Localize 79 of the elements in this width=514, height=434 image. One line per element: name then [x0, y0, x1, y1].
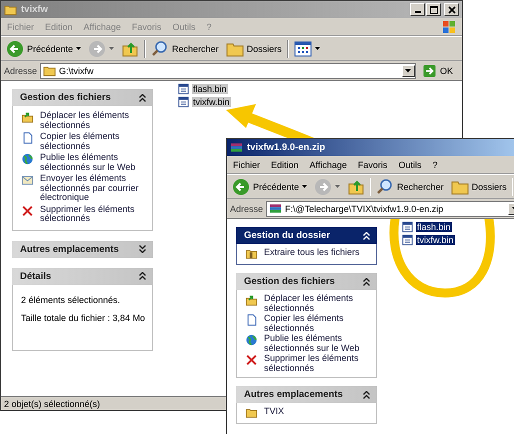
panel-header[interactable]: Gestion du dossier	[236, 227, 377, 244]
panel-header[interactable]: Gestion des fichiers	[12, 89, 153, 106]
back-button[interactable]: Précédente	[4, 38, 84, 58]
delete-icon	[245, 354, 258, 366]
document-icon	[21, 132, 34, 144]
panel-header[interactable]: Gestion des fichiers	[236, 273, 377, 290]
folders-button[interactable]: Dossiers	[448, 176, 509, 196]
file-icon	[177, 83, 190, 95]
file-icon	[401, 234, 414, 246]
move-icon	[245, 294, 258, 306]
document-icon	[245, 314, 258, 326]
address-label: Adresse	[4, 66, 38, 76]
window-title: tvixfw	[21, 4, 49, 15]
move-icon	[21, 111, 34, 123]
file-name[interactable]: flash.bin	[416, 222, 452, 232]
folder-icon	[43, 64, 56, 76]
panel-header[interactable]: Autres emplacements	[12, 240, 153, 258]
views-icon	[294, 40, 312, 58]
task-link[interactable]: Déplacer les éléments sélectionnés	[40, 111, 146, 130]
task-link[interactable]: Copier les éléments sélectionnés	[40, 132, 146, 151]
search-button[interactable]: Rechercher	[149, 38, 221, 58]
globe-icon	[245, 334, 258, 346]
back-button[interactable]: Précédente	[230, 176, 310, 196]
menu-item[interactable]: Outils	[398, 160, 422, 170]
caret-icon	[314, 46, 320, 50]
menu-item[interactable]: Favoris	[358, 160, 388, 170]
caret-icon	[76, 46, 82, 50]
address-field[interactable]: G:\tvixfw	[40, 62, 416, 78]
address-label: Adresse	[230, 204, 264, 214]
folder-icon	[4, 4, 17, 16]
file-name[interactable]: tvixfw.bin	[416, 235, 455, 245]
caret-icon	[109, 46, 114, 50]
minimize-icon	[414, 11, 420, 13]
file-icon	[401, 221, 414, 233]
search-icon	[151, 40, 170, 58]
views-button[interactable]	[292, 38, 322, 58]
panel-header[interactable]: Autres emplacements	[236, 386, 377, 403]
menu-item[interactable]: Affichage	[310, 160, 347, 170]
search-icon	[376, 178, 394, 196]
task-link[interactable]: TVIX	[264, 407, 284, 416]
file-name[interactable]: tvixfw.bin	[192, 97, 231, 107]
dropdown-button[interactable]	[402, 64, 415, 76]
file-name[interactable]: flash.bin	[192, 84, 228, 94]
minimize-button[interactable]	[410, 3, 425, 16]
task-link[interactable]: Déplacer les éléments sélectionnés	[264, 294, 370, 313]
archive-icon	[230, 142, 243, 154]
window-title: tvixfw1.9.0-en.zip	[247, 142, 326, 153]
details-text: Taille totale du fichier : 3,84 Mo	[21, 312, 146, 322]
envelope-icon	[21, 174, 34, 186]
task-link[interactable]: Publie les éléments sélectionnés sur le Web	[40, 153, 146, 172]
task-link[interactable]: Publie les éléments sélectionnés sur le Web	[264, 334, 370, 353]
task-link[interactable]: Supprimer les éléments sélectionnés	[40, 204, 146, 224]
task-link[interactable]: Envoyer les éléments sélectionnés par courrier électronique	[40, 174, 146, 202]
menu-item[interactable]: Fichier	[233, 160, 260, 170]
folder-icon	[245, 248, 258, 260]
search-button[interactable]: Rechercher	[374, 176, 446, 196]
task-link[interactable]: Supprimer les éléments sélectionnés	[264, 354, 370, 373]
close-icon	[448, 6, 456, 14]
folder-icon	[245, 407, 258, 419]
details-text: 2 éléments sélectionnés.	[21, 294, 122, 304]
go-button[interactable]: OK	[418, 64, 459, 76]
maximize-button[interactable]	[426, 3, 441, 16]
go-arrow-icon	[422, 64, 436, 76]
address-field[interactable]: F:\@Telecharge\TVIX\tvixfw1.9.0-en.zip	[266, 200, 514, 216]
menu-item[interactable]: ?	[432, 160, 438, 170]
delete-icon	[21, 204, 34, 216]
folders-button[interactable]: Dossiers	[224, 38, 284, 58]
caret-icon	[302, 184, 308, 188]
globe-icon	[21, 153, 34, 165]
task-link[interactable]: Copier les éléments sélectionnés	[264, 314, 370, 333]
menu-item[interactable]: Edition	[271, 160, 299, 170]
caret-icon	[335, 184, 340, 188]
archive-icon	[269, 202, 282, 214]
close-button[interactable]	[444, 3, 459, 16]
file-icon	[177, 96, 190, 108]
panel-header[interactable]: Détails	[12, 268, 153, 284]
caret-icon	[405, 68, 412, 72]
maximize-icon	[430, 6, 438, 14]
windows-logo-icon	[442, 20, 456, 34]
